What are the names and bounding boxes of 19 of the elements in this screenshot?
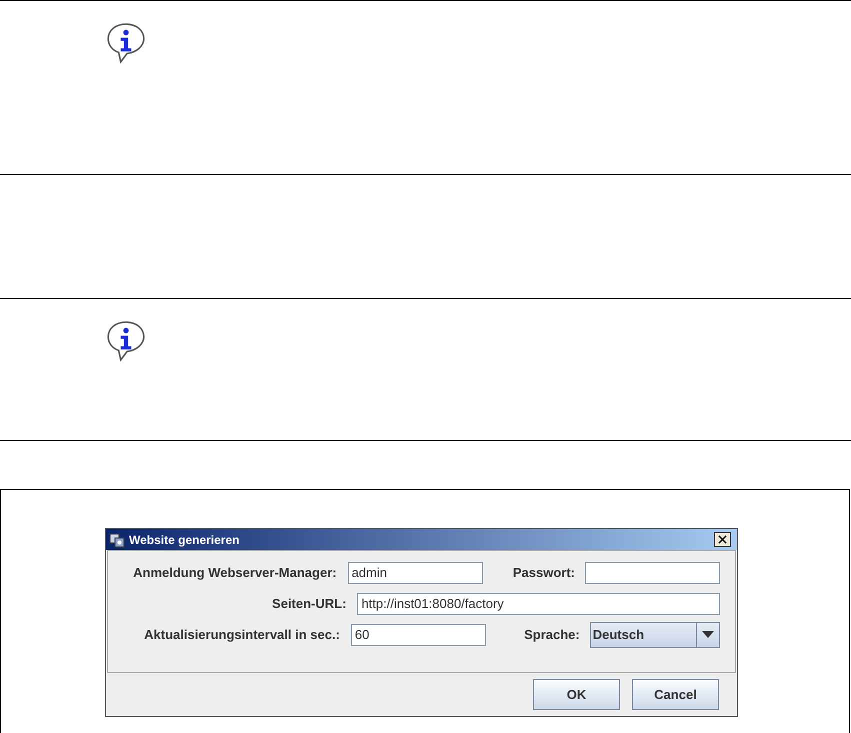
window-title: Website generieren (129, 532, 240, 546)
dialog-button[interactable]: OK (533, 679, 620, 710)
dialog-button[interactable]: Cancel (632, 679, 719, 710)
input-field[interactable]: admin (348, 562, 483, 584)
input-field[interactable]: http://inst01:8080/factory (357, 592, 720, 614)
caret-icon (702, 630, 714, 638)
field-label: Anmeldung Webserver-Manager: (132, 565, 337, 580)
field-label: Seiten-URL: (271, 596, 346, 611)
field-label: Passwort: (512, 565, 575, 580)
input-field[interactable]: 60 (350, 624, 486, 646)
close-icon (718, 535, 727, 544)
info-icon (105, 21, 147, 65)
input-field[interactable] (585, 562, 720, 584)
close-button[interactable] (714, 532, 731, 547)
app-icon (109, 532, 125, 548)
language-dropdown[interactable]: Deutsch (590, 622, 720, 648)
info-icon (105, 319, 147, 363)
field-label: Sprache: (523, 627, 580, 642)
field-label: Aktualisierungsintervall in sec.: (143, 627, 340, 642)
